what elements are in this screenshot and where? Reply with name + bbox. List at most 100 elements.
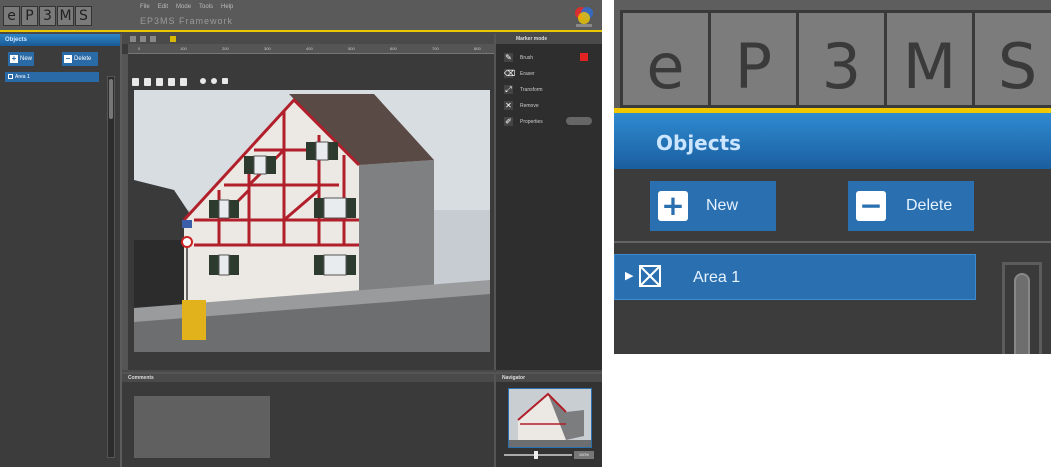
mode-label: Eraser bbox=[520, 71, 535, 77]
ruler-tick: 200 bbox=[222, 46, 229, 51]
ruler-tick: 300 bbox=[264, 46, 271, 51]
zoom-value[interactable]: 100% bbox=[574, 451, 594, 459]
vertical-ruler bbox=[122, 54, 128, 370]
app-logo-zoomed: e P 3 M S bbox=[620, 10, 1051, 108]
navigator-panel: Navigator 100% bbox=[494, 372, 602, 467]
image-workspace: 0 100 200 300 400 500 600 700 800 bbox=[122, 34, 494, 370]
logo-letter: P bbox=[708, 10, 796, 108]
mode-row-brush[interactable]: ✎ Brush bbox=[504, 52, 594, 64]
toolbar-tool-icon[interactable] bbox=[130, 36, 136, 42]
horizontal-ruler: 0 100 200 300 400 500 600 700 800 bbox=[128, 44, 494, 54]
rotate-left-icon[interactable] bbox=[200, 78, 206, 84]
delete-object-button[interactable]: − Delete bbox=[62, 52, 98, 66]
menu-item-file[interactable]: File bbox=[140, 4, 150, 10]
toolbar-tool-icon[interactable] bbox=[150, 36, 156, 42]
mode-row-properties[interactable]: ✐ Properties bbox=[504, 116, 594, 128]
new-object-button[interactable]: + New bbox=[8, 52, 34, 66]
comments-panel: Comments bbox=[122, 372, 494, 467]
fit-icon[interactable] bbox=[222, 78, 228, 84]
mode-label: Brush bbox=[520, 55, 534, 61]
marker-mode-panel: Marker mode ✎ Brush ⌫ Eraser ⤢ Transform… bbox=[494, 34, 602, 370]
new-object-button[interactable]: + New bbox=[650, 181, 776, 231]
object-label: Area 1 bbox=[15, 74, 30, 80]
comment-textarea[interactable] bbox=[134, 396, 270, 458]
application-window: e P 3 M S File Edit Mode Tools Help EP3M… bbox=[0, 0, 602, 467]
delete-button-label: Delete bbox=[906, 197, 953, 214]
logo-letter: e bbox=[3, 6, 20, 26]
objects-scrollbar[interactable] bbox=[1002, 262, 1042, 354]
plus-icon: + bbox=[10, 54, 18, 63]
new-page-icon[interactable] bbox=[132, 78, 139, 86]
zoom-slider[interactable] bbox=[504, 451, 572, 459]
marker-mode-title: Marker mode bbox=[496, 34, 602, 44]
logo-letter: S bbox=[75, 6, 92, 26]
objects-panel-header: Objects bbox=[614, 113, 1051, 169]
open-icon[interactable] bbox=[144, 78, 151, 86]
objects-scrollbar[interactable] bbox=[107, 76, 115, 458]
comments-title: Comments bbox=[122, 374, 494, 382]
toolbar-tool-icon[interactable] bbox=[140, 36, 146, 42]
mode-row-transform[interactable]: ⤢ Transform bbox=[504, 84, 594, 96]
properties-dropdown[interactable] bbox=[566, 117, 592, 125]
minus-icon: − bbox=[64, 54, 72, 63]
menu-item-help[interactable]: Help bbox=[221, 4, 233, 10]
zoomed-detail-inset: e P 3 M S Objects + New − Delete ▶ Area … bbox=[614, 0, 1051, 354]
highlight-tool-icon[interactable] bbox=[170, 36, 176, 42]
ruler-tick: 800 bbox=[474, 46, 481, 51]
save-icon[interactable] bbox=[156, 78, 163, 86]
mode-label: Transform bbox=[520, 87, 543, 93]
brush-icon: ✎ bbox=[504, 53, 513, 62]
folder-icon[interactable] bbox=[180, 78, 187, 86]
logo-letter: M bbox=[57, 6, 74, 26]
rotate-right-icon[interactable] bbox=[211, 78, 217, 84]
workspace-toolbar bbox=[122, 34, 494, 44]
brush-color-swatch[interactable] bbox=[580, 53, 588, 61]
navigator-thumbnail[interactable] bbox=[508, 388, 592, 448]
objects-panel-small: Objects + New − Delete Area 1 bbox=[0, 34, 122, 467]
remove-icon: ✕ bbox=[504, 101, 513, 110]
mode-label: Remove bbox=[520, 103, 539, 109]
area-box-icon bbox=[8, 74, 13, 79]
canvas-tool-strip bbox=[132, 78, 228, 90]
ep3ms-brand-icon bbox=[575, 7, 593, 27]
app-title: EP3MS Framework bbox=[140, 16, 234, 26]
navigator-title: Navigator bbox=[496, 374, 602, 382]
menu-item-edit[interactable]: Edit bbox=[158, 4, 168, 10]
house-photo bbox=[134, 90, 490, 352]
objects-panel-title: Objects bbox=[0, 34, 120, 46]
delete-button-label: Delete bbox=[74, 56, 92, 62]
eraser-icon: ⌫ bbox=[504, 69, 516, 78]
ruler-tick: 0 bbox=[138, 46, 141, 51]
ruler-tick: 700 bbox=[432, 46, 439, 51]
logo-letter: M bbox=[884, 10, 972, 108]
zoom-slider-knob[interactable] bbox=[534, 451, 538, 459]
objects-actions-zoomed: + New − Delete bbox=[614, 169, 1051, 243]
delete-object-button[interactable]: − Delete bbox=[848, 181, 974, 231]
mode-row-eraser[interactable]: ⌫ Eraser bbox=[504, 68, 594, 80]
menu-item-tools[interactable]: Tools bbox=[199, 4, 213, 10]
new-button-label: New bbox=[706, 197, 739, 214]
ruler-tick: 400 bbox=[306, 46, 313, 51]
area-box-icon bbox=[639, 265, 661, 287]
menu-item-mode[interactable]: Mode bbox=[176, 4, 191, 10]
scrollbar-thumb[interactable] bbox=[109, 79, 113, 119]
menu-bar: File Edit Mode Tools Help bbox=[140, 4, 233, 10]
object-list-item-area-1[interactable]: ▶ Area 1 bbox=[614, 254, 976, 300]
app-header: e P 3 M S File Edit Mode Tools Help EP3M… bbox=[0, 0, 602, 32]
mode-row-remove[interactable]: ✕ Remove bbox=[504, 100, 594, 112]
ruler-tick: 100 bbox=[180, 46, 187, 51]
mode-label: Properties bbox=[520, 119, 543, 125]
object-list-item-area-1[interactable]: Area 1 bbox=[5, 72, 99, 82]
app-logo: e P 3 M S bbox=[3, 6, 93, 26]
logo-bar-zoomed: e P 3 M S bbox=[614, 0, 1051, 108]
logo-letter: 3 bbox=[796, 10, 884, 108]
logo-letter: e bbox=[620, 10, 708, 108]
logo-letter: P bbox=[21, 6, 38, 26]
new-button-label: New bbox=[20, 56, 33, 62]
transform-icon: ⤢ bbox=[504, 85, 513, 94]
objects-actions: + New − Delete bbox=[0, 46, 120, 72]
scrollbar-thumb[interactable] bbox=[1014, 273, 1030, 354]
layers-icon[interactable] bbox=[168, 78, 175, 86]
expand-caret-icon[interactable]: ▶ bbox=[625, 269, 633, 282]
ruler-tick: 600 bbox=[390, 46, 397, 51]
